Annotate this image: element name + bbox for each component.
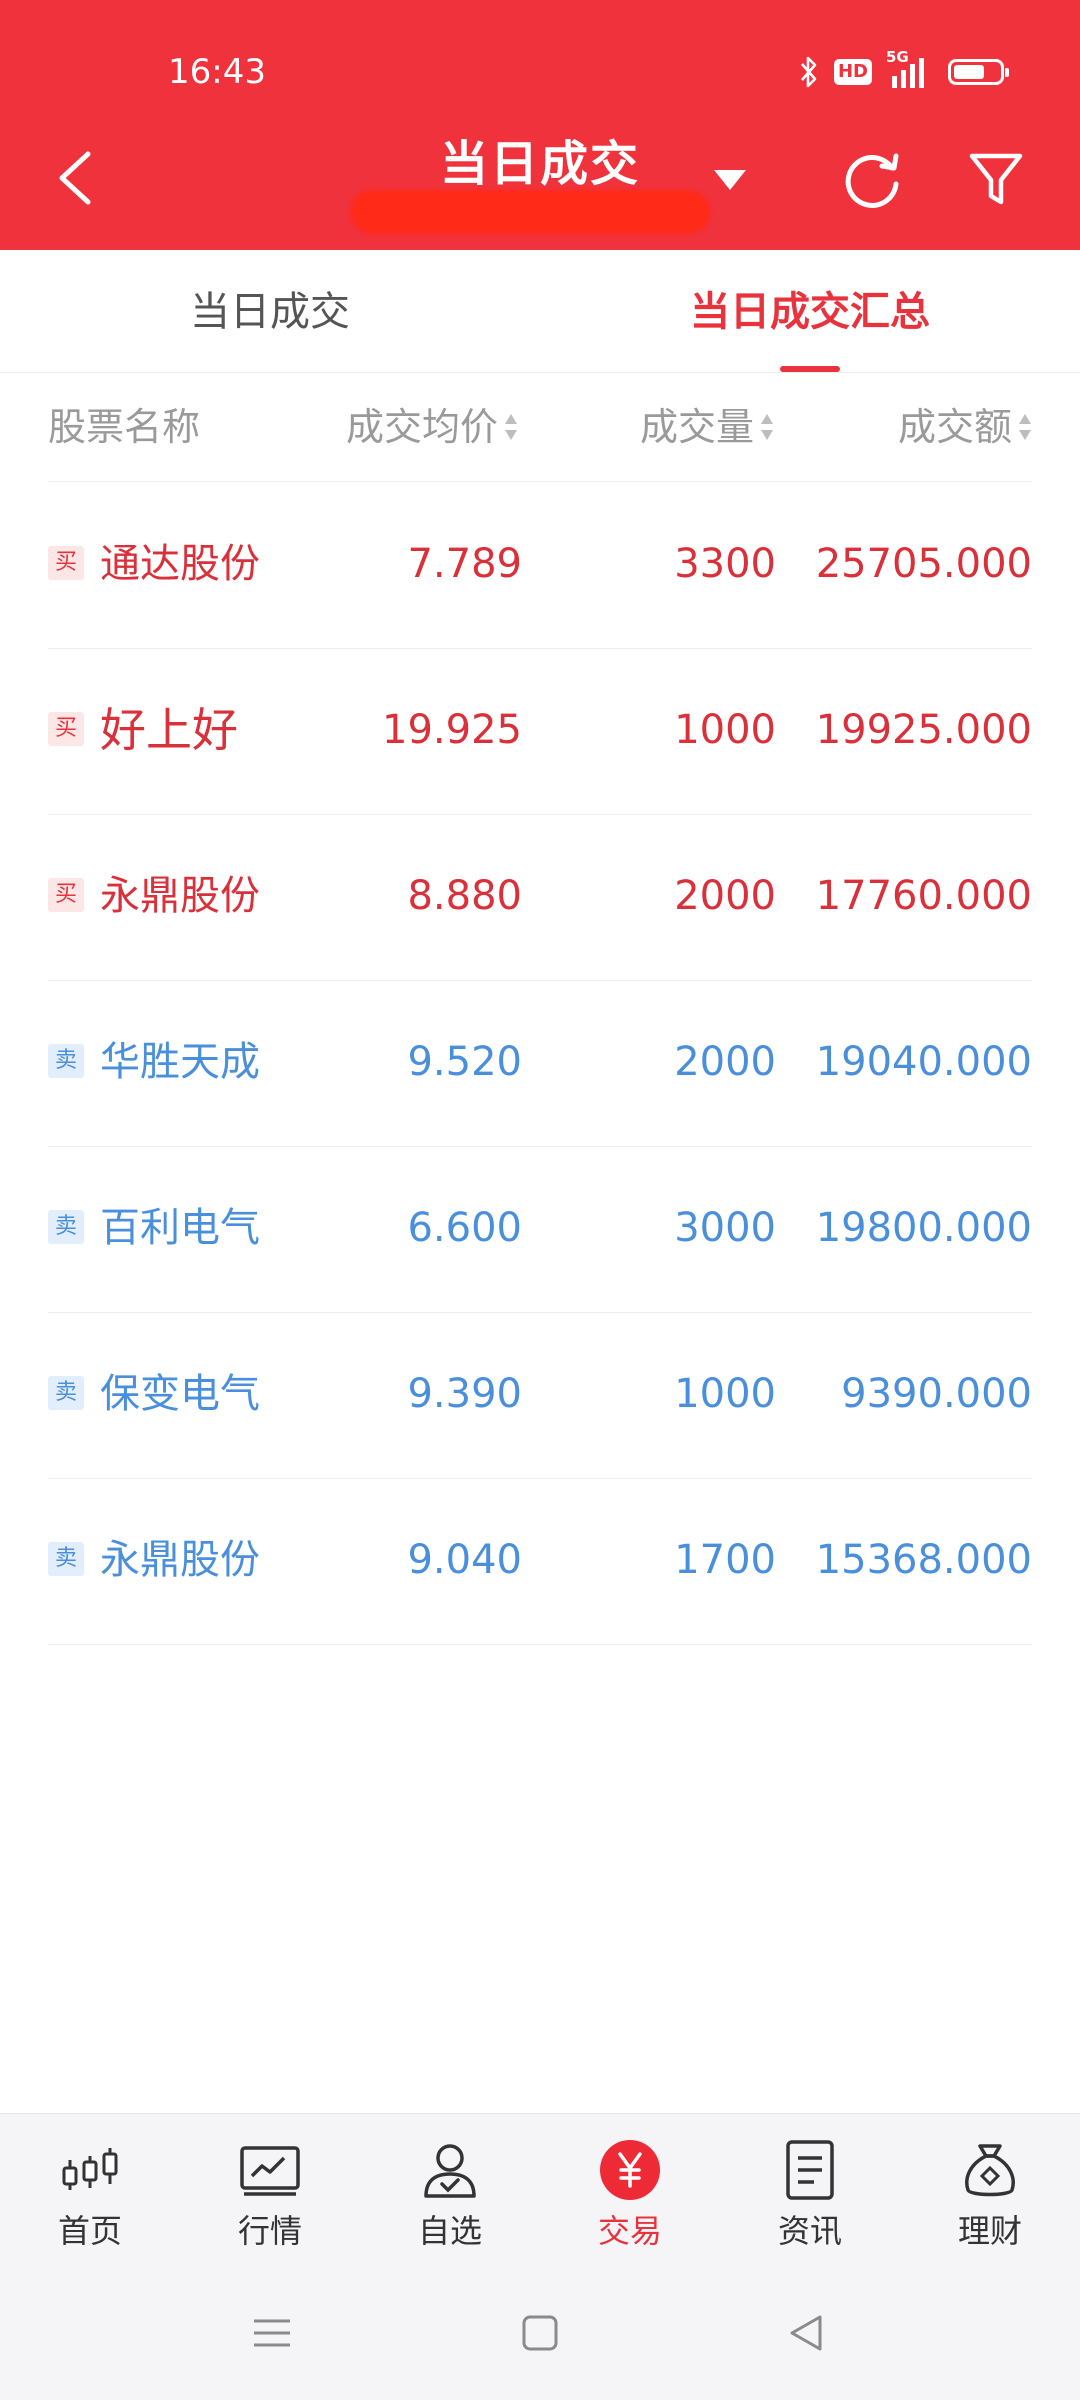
- active-tab-indicator: [780, 366, 840, 372]
- chart-icon: [240, 2146, 300, 2196]
- avg-price: 9.040: [407, 1537, 522, 1583]
- menu-icon[interactable]: [250, 2311, 294, 2355]
- volume: 2000: [674, 873, 776, 919]
- volume: 1000: [674, 1371, 776, 1417]
- nav-market[interactable]: 行情: [180, 2114, 360, 2264]
- sell-badge: 卖: [48, 1376, 84, 1410]
- stock-name: 百利电气: [100, 1205, 260, 1251]
- stock-name: 保变电气: [100, 1371, 260, 1417]
- volume: 2000: [674, 1039, 776, 1085]
- sort-icon: [1019, 413, 1031, 440]
- buy-badge: 买: [48, 546, 84, 580]
- stock-name: 好上好: [100, 703, 238, 757]
- header-avg-price[interactable]: 成交均价: [346, 372, 518, 482]
- tab-today-trades-summary[interactable]: 当日成交汇总: [660, 250, 960, 372]
- stock-name: 永鼎股份: [100, 1537, 260, 1583]
- stock-name: 通达股份: [100, 541, 260, 587]
- signal-icon: 5G: [886, 48, 934, 90]
- home-icon[interactable]: [518, 2311, 562, 2355]
- sort-icon: [761, 413, 773, 440]
- avg-price: 9.390: [407, 1371, 522, 1417]
- filter-icon[interactable]: [966, 148, 1026, 210]
- amount: 25705.000: [815, 541, 1032, 587]
- redacted-account: [350, 190, 710, 234]
- table-row[interactable]: 买 好上好 19.925 1000 19925.000: [48, 648, 1032, 815]
- buy-badge: 买: [48, 878, 84, 912]
- tab-bar: 当日成交 当日成交汇总: [0, 250, 1080, 373]
- page-title[interactable]: 当日成交: [0, 124, 1080, 194]
- sell-badge: 卖: [48, 1210, 84, 1244]
- amount: 15368.000: [815, 1537, 1032, 1583]
- bottom-nav: 首页 行情 自选 交易 资讯 理财: [0, 2113, 1080, 2264]
- sell-badge: 卖: [48, 1044, 84, 1078]
- table-row[interactable]: 卖 保变电气 9.390 1000 9390.000: [48, 1312, 1032, 1479]
- tab-today-trades[interactable]: 当日成交: [130, 250, 410, 372]
- avg-price: 6.600: [407, 1205, 522, 1251]
- refresh-icon[interactable]: [842, 148, 904, 210]
- header-volume[interactable]: 成交量: [640, 372, 774, 482]
- sell-badge: 卖: [48, 1542, 84, 1576]
- avg-price: 7.789: [407, 541, 522, 587]
- document-icon: [786, 2140, 834, 2200]
- nav-wealth[interactable]: 理财: [900, 2114, 1080, 2264]
- stock-name: 永鼎股份: [100, 873, 260, 919]
- header-stock-name: 股票名称: [48, 405, 201, 449]
- volume: 1000: [674, 707, 776, 753]
- nav-label: 资讯: [777, 2212, 842, 2250]
- sort-icon: [505, 413, 517, 440]
- system-nav-bar: [0, 2263, 1080, 2400]
- user-check-icon: [424, 2144, 476, 2198]
- nav-label: 理财: [957, 2212, 1022, 2250]
- nav-home[interactable]: 首页: [0, 2114, 180, 2264]
- volume: 1700: [674, 1537, 776, 1583]
- back-triangle-icon[interactable]: [784, 2311, 828, 2355]
- avg-price: 8.880: [407, 873, 522, 919]
- nav-watchlist[interactable]: 自选: [360, 2114, 540, 2264]
- amount: 19925.000: [815, 707, 1032, 753]
- bluetooth-icon: [801, 56, 817, 88]
- nav-news[interactable]: 资讯: [720, 2114, 900, 2264]
- dropdown-icon[interactable]: [712, 166, 748, 194]
- status-icons: HD 5G: [798, 48, 1009, 94]
- table-row[interactable]: 卖 永鼎股份 9.040 1700 15368.000: [48, 1478, 1032, 1645]
- avg-price: 19.925: [382, 707, 522, 753]
- table-row[interactable]: 卖 百利电气 6.600 3000 19800.000: [48, 1146, 1032, 1313]
- amount: 19800.000: [815, 1205, 1032, 1251]
- nav-label: 交易: [597, 2212, 662, 2250]
- nav-label: 自选: [417, 2212, 482, 2250]
- battery-icon: [948, 59, 1009, 85]
- amount: 19040.000: [815, 1039, 1032, 1085]
- table-row[interactable]: 卖 华胜天成 9.520 2000 19040.000: [48, 980, 1032, 1147]
- header-amount[interactable]: 成交额: [898, 372, 1032, 482]
- buy-badge: 买: [48, 712, 84, 746]
- candlestick-icon: [62, 2148, 118, 2190]
- nav-label: 首页: [57, 2212, 122, 2250]
- nav-trade[interactable]: 交易: [540, 2114, 720, 2264]
- money-bag-icon: [965, 2144, 1015, 2197]
- stock-name: 华胜天成: [100, 1039, 260, 1085]
- volume: 3000: [674, 1205, 776, 1251]
- hd-icon: HD: [833, 59, 872, 85]
- amount: 17760.000: [815, 873, 1032, 919]
- status-time: 16:43: [168, 52, 266, 92]
- volume: 3300: [674, 541, 776, 587]
- yuan-icon: [600, 2140, 660, 2200]
- table-row[interactable]: 买 永鼎股份 8.880 2000 17760.000: [48, 814, 1032, 981]
- nav-label: 行情: [237, 2212, 302, 2250]
- avg-price: 9.520: [407, 1039, 522, 1085]
- app-header: 16:43 HD 5G 当日成交: [0, 0, 1080, 250]
- table-row[interactable]: 买 通达股份 7.789 3300 25705.000: [48, 482, 1032, 649]
- amount: 9390.000: [841, 1371, 1032, 1417]
